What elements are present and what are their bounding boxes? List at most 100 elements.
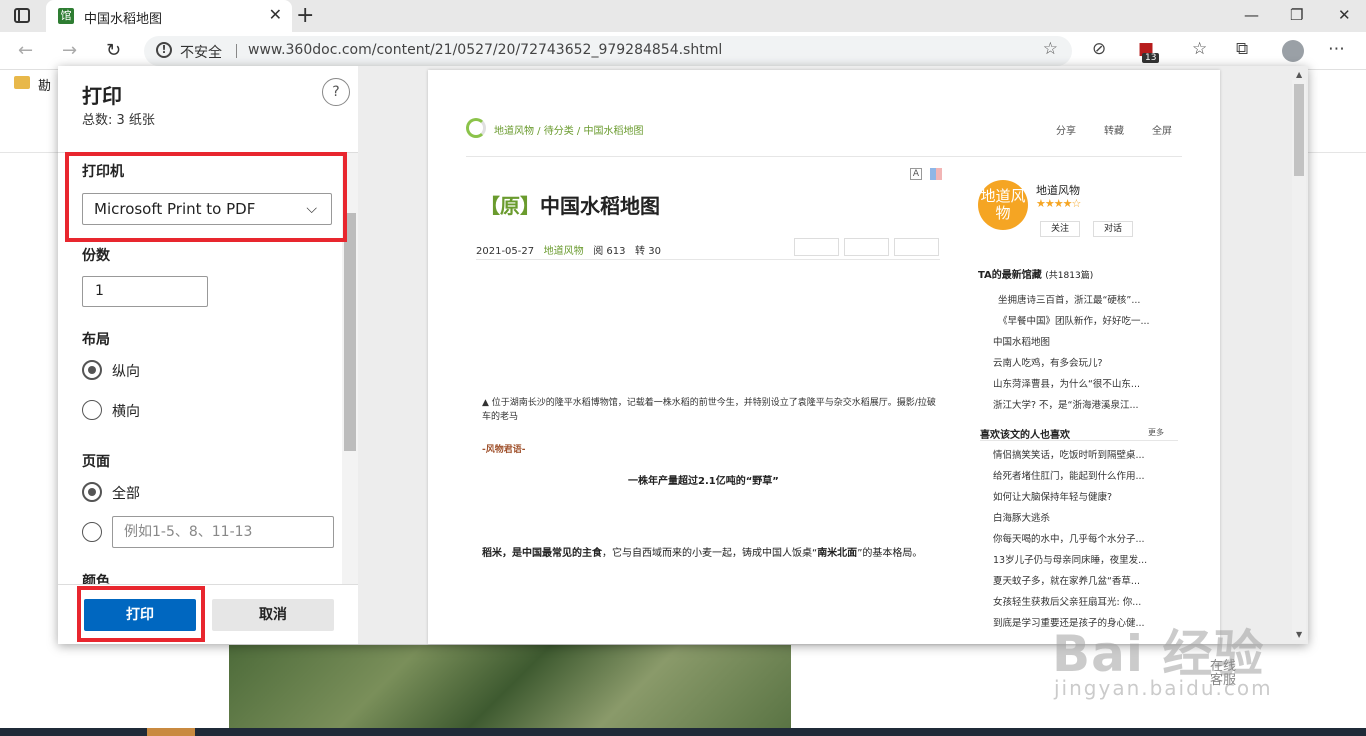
divider (980, 440, 1178, 441)
scrollbar-thumb[interactable] (1294, 84, 1304, 176)
address-toolbar: ← → ↻ ! 不安全 www.360doc.com/content/21/05… (0, 32, 1366, 70)
back-icon[interactable]: ← (18, 40, 33, 61)
para-text: ”的基本格局。 (857, 548, 923, 559)
list-item: 如何让大脑保持年轻与健康? (993, 492, 1113, 503)
pages-all-label: 全部 (112, 486, 140, 502)
repost-link: 转藏 (1104, 126, 1124, 137)
insecure-label[interactable]: 不安全 (180, 42, 222, 62)
forward-icon[interactable]: → (62, 40, 77, 61)
copies-input[interactable]: 1 (82, 276, 208, 307)
new-tab-icon[interactable]: + (296, 3, 314, 28)
online-service-label: 在线客服 (1210, 659, 1237, 688)
portrait-radio[interactable] (82, 360, 102, 380)
landscape-radio[interactable] (82, 400, 102, 420)
article-date: 2021-05-27 (476, 246, 535, 257)
list-item: 你每天喝的水中，几乎每个水分子... (993, 534, 1145, 545)
meta-button (894, 238, 939, 256)
bookmark-label[interactable]: 勘 (38, 75, 51, 94)
section-marker: -风物君语- (482, 445, 526, 455)
browser-tab[interactable]: 馆 中国水稻地图 ✕ (46, 0, 292, 32)
pages-range-input[interactable]: 例如1-5、8、11-13 (112, 516, 334, 548)
tab-actions-icon[interactable] (14, 8, 30, 23)
font-size-icon: A (910, 168, 922, 180)
folder-icon[interactable] (14, 76, 30, 89)
list-item: 山东菏泽曹县，为什么“很不山东... (993, 379, 1140, 390)
scrollbar-thumb[interactable] (344, 213, 356, 451)
section-heading: 一株年产量超过2.1亿吨的“野草” (628, 476, 779, 487)
cancel-button[interactable]: 取消 (212, 599, 334, 631)
para-bold: 稻米，是中国最常见的主食 (482, 548, 602, 559)
close-window-icon[interactable]: ✕ (1338, 6, 1351, 24)
list-item: 浙江大学? 不，是“浙海港溪泉江... (993, 400, 1139, 411)
url-text[interactable]: www.360doc.com/content/21/0527/20/727436… (248, 42, 722, 58)
meta-button (844, 238, 889, 256)
pages-label: 页面 (82, 454, 110, 470)
rating-stars: ★★★★☆ (1036, 197, 1081, 210)
tab-bar: 馆 中国水稻地图 ✕ + — ❐ ✕ (0, 0, 1366, 32)
scroll-up-icon[interactable]: ▲ (1296, 70, 1302, 79)
author-logo: 地道风物 (978, 180, 1028, 230)
landscape-label: 横向 (112, 404, 140, 420)
divider (476, 259, 940, 260)
repost-count: 转 30 (635, 246, 661, 257)
image-caption: ▲ 位于湖南长沙的隆平水稻博物馆，记载着一株水稻的前世今生，并特别设立了袁隆平与… (482, 398, 936, 422)
extension-icon[interactable]: ⊘ (1092, 39, 1106, 59)
refresh-icon[interactable]: ↻ (106, 40, 121, 61)
site-favicon-icon: 馆 (58, 8, 74, 24)
dialog-title: 打印 (82, 84, 122, 108)
list-item: 云南人吃鸡，有多会玩儿? (993, 358, 1103, 369)
article-title: 【原】中国水稻地图 (480, 190, 660, 219)
extension-badge: 13 (1142, 53, 1160, 63)
highlight-print-button (77, 586, 205, 642)
site-logo-icon (466, 118, 486, 138)
collections-icon[interactable]: ⧉ (1236, 39, 1248, 59)
list-item: 13岁儿子仍与母亲同床睡，夜里发... (993, 555, 1148, 566)
list-item: 白海豚大逃杀 (993, 513, 1051, 524)
tab-title: 中国水稻地图 (84, 12, 163, 27)
latest-title: TA的最新馆藏 (978, 270, 1042, 281)
list-item: 《早餐中国》团队新作，好好吃一... (998, 316, 1150, 327)
pages-range-radio[interactable] (82, 522, 102, 542)
list-item: 中国水稻地图 (993, 337, 1051, 348)
article-author: 地道风物 (543, 246, 584, 257)
warning-icon[interactable]: ! (156, 42, 172, 58)
more-link: 更多 (1148, 428, 1164, 437)
article-photo (229, 645, 791, 728)
more-menu-icon[interactable]: ⋯ (1328, 39, 1345, 59)
article-meta: 2021-05-27 地道风物 阅 613 转 30 (476, 242, 661, 257)
address-bar[interactable]: ! 不安全 www.360doc.com/content/21/0527/20/… (144, 36, 1072, 66)
divider (236, 44, 237, 58)
taskbar (0, 728, 1366, 736)
preview-scrollbar[interactable] (1292, 80, 1306, 640)
latest-count: (共1813篇) (1045, 271, 1094, 281)
title-text: 中国水稻地图 (540, 194, 660, 218)
maximize-icon[interactable]: ❐ (1290, 6, 1303, 24)
layout-toggle-icon (930, 168, 942, 180)
follow-button: 关注 (1040, 221, 1080, 237)
layout-label: 布局 (82, 332, 110, 348)
favorites-icon[interactable]: ☆ (1192, 39, 1207, 59)
add-favorite-icon[interactable]: ☆ (1043, 39, 1058, 59)
chat-button: 对话 (1093, 221, 1133, 237)
para-text: ，它与自西域而来的小麦一起，铸成中国人饭桌“ (602, 548, 818, 559)
list-item: 夏天蚊子多，就在家养几盆“香草... (993, 576, 1140, 587)
original-tag: 【原】 (480, 194, 540, 218)
taskbar-app (147, 728, 195, 736)
meta-button (794, 238, 839, 256)
list-item: 给死者堵住肛门，能起到什么作用... (993, 471, 1145, 482)
sheet-count: 总数: 3 纸张 (82, 113, 155, 128)
help-icon[interactable]: ? (322, 78, 350, 106)
profile-avatar[interactable] (1282, 40, 1304, 62)
print-dialog: 打印 总数: 3 纸张 ? 打印机 Microsoft Print to PDF… (58, 66, 1308, 644)
author-name: 地道风物 (1036, 184, 1080, 197)
close-tab-icon[interactable]: ✕ (269, 5, 282, 24)
breadcrumb: 地道风物 / 待分类 / 中国水稻地图 (494, 126, 644, 137)
list-item: 情侣搞笑笑话，吃饭时听到隔壁桌... (993, 450, 1145, 461)
pages-all-radio[interactable] (82, 482, 102, 502)
para-bold: 南米北面 (817, 548, 858, 559)
minimize-icon[interactable]: — (1244, 6, 1259, 24)
color-label: 颜色 (82, 574, 110, 584)
list-item: 坐拥唐诗三百首，浙江最“硬核”... (998, 295, 1141, 306)
portrait-label: 纵向 (112, 364, 140, 380)
copies-label: 份数 (82, 248, 110, 264)
